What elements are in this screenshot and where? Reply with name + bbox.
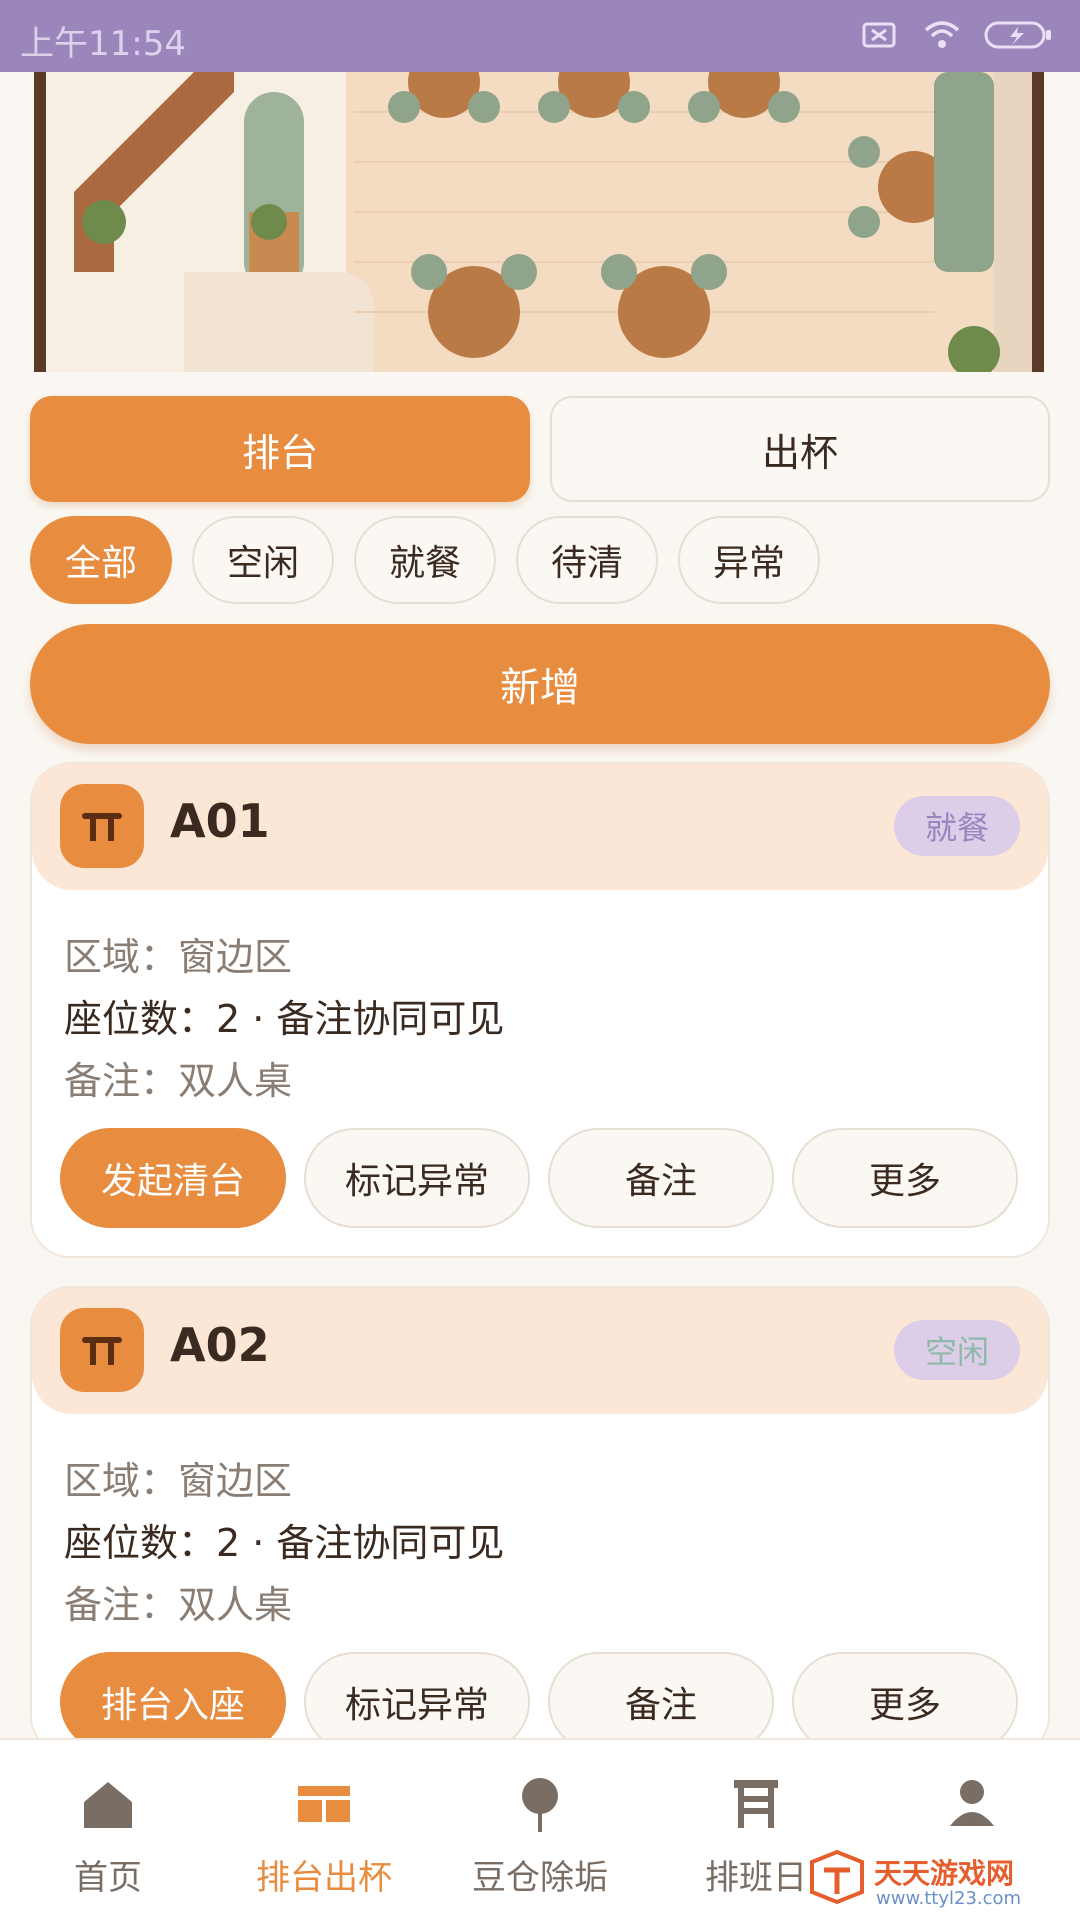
nav-home[interactable]: 首页	[0, 1740, 216, 1922]
table-icon	[60, 1308, 144, 1392]
nav-paitai-chubei[interactable]: 排台出杯	[216, 1740, 432, 1922]
table-name: A01	[170, 794, 270, 848]
status-time: 上午11:54	[20, 24, 186, 64]
table-name: A02	[170, 1318, 270, 1372]
user-icon	[950, 1780, 994, 1826]
mark-abnormal-button[interactable]: 标记异常	[304, 1128, 530, 1228]
pin-icon	[522, 1778, 558, 1832]
more-button[interactable]: 更多	[792, 1652, 1018, 1752]
table-icon	[60, 784, 144, 868]
filter-idle[interactable]: 空闲	[192, 516, 334, 604]
table-area: 区域：窗边区	[64, 1459, 293, 1503]
table-seats: 座位数：2 · 备注协同可见	[64, 1521, 505, 1565]
nav-label: 首页	[74, 1858, 142, 1898]
more-button[interactable]: 更多	[792, 1128, 1018, 1228]
table-note: 备注：双人桌	[64, 1583, 293, 1627]
watermark-logo: 天天游戏网 www.ttyl23.com	[808, 1848, 1068, 1914]
status-badge: 就餐	[894, 796, 1020, 856]
card-header: A01 就餐	[32, 764, 1048, 890]
table-card: A01 就餐 区域：窗边区 座位数：2 · 备注协同可见 备注：双人桌 发起清台…	[30, 762, 1050, 1258]
table-area: 区域：窗边区	[64, 935, 293, 979]
note-button[interactable]: 备注	[548, 1652, 774, 1752]
table-card: A02 空闲 区域：窗边区 座位数：2 · 备注协同可见 备注：双人桌 排台入座…	[30, 1286, 1050, 1756]
start-clean-button[interactable]: 发起清台	[60, 1128, 286, 1228]
cafe-illustration	[0, 72, 1080, 372]
note-button[interactable]: 备注	[548, 1128, 774, 1228]
table-note: 备注：双人桌	[64, 1059, 293, 1103]
seat-guest-button[interactable]: 排台入座	[60, 1652, 286, 1752]
filter-dining[interactable]: 就餐	[354, 516, 496, 604]
mark-abnormal-button[interactable]: 标记异常	[304, 1652, 530, 1752]
filter-all[interactable]: 全部	[30, 516, 172, 604]
table-layout-icon	[298, 1786, 350, 1822]
status-badge: 空闲	[894, 1320, 1020, 1380]
no-sim-icon	[862, 22, 896, 48]
add-button[interactable]: 新增	[30, 624, 1050, 744]
battery-icon	[984, 21, 1051, 49]
filter-to-clean[interactable]: 待清	[516, 516, 658, 604]
nav-label: 豆仓除垢	[472, 1858, 608, 1898]
wifi-icon	[924, 21, 960, 48]
filter-abnormal[interactable]: 异常	[678, 516, 820, 604]
nav-doucang-chugou[interactable]: 豆仓除垢	[432, 1740, 648, 1922]
watermark-title: 天天游戏网	[874, 1857, 1015, 1890]
watermark-url: www.ttyl23.com	[876, 1888, 1022, 1909]
card-header: A02 空闲	[32, 1288, 1048, 1414]
nav-label: 排台出杯	[256, 1858, 392, 1898]
status-bar: 上午11:54	[0, 0, 1080, 72]
home-icon	[84, 1782, 132, 1828]
watermark-icon	[810, 1849, 864, 1905]
calendar-icon	[734, 1780, 778, 1828]
tab-chubei[interactable]: 出杯	[550, 396, 1050, 502]
table-seats: 座位数：2 · 备注协同可见	[64, 997, 505, 1041]
tab-paitai[interactable]: 排台	[30, 396, 530, 502]
